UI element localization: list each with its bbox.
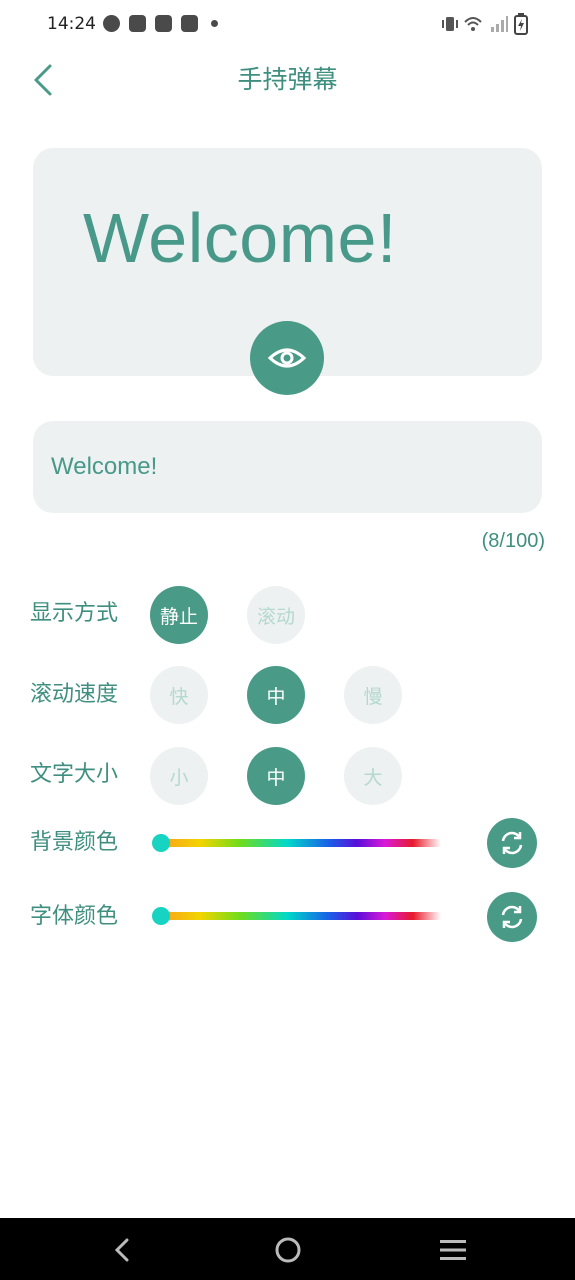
nav-home-button[interactable]	[268, 1230, 308, 1270]
nav-menu-icon	[440, 1240, 466, 1260]
display-mode-label: 显示方式	[30, 601, 119, 626]
font-color-reset-button[interactable]	[487, 892, 537, 942]
wifi-icon	[464, 17, 482, 31]
nav-back-button[interactable]	[102, 1230, 142, 1270]
danmaku-text-input[interactable]	[51, 447, 521, 487]
bag-icon	[155, 15, 172, 32]
fullscreen-preview-button[interactable]	[250, 321, 324, 395]
font-color-label: 字体颜色	[30, 904, 119, 929]
refresh-icon	[501, 831, 523, 855]
scroll-speed-medium-option[interactable]: 中	[247, 666, 305, 724]
scroll-speed-fast-option[interactable]: 快	[150, 666, 208, 724]
scroll-speed-slow-option[interactable]: 慢	[344, 666, 402, 724]
text-size-small-option[interactable]: 小	[150, 747, 208, 805]
dot-icon	[211, 20, 218, 27]
signal-icon	[491, 16, 508, 32]
nav-menu-button[interactable]	[433, 1230, 473, 1270]
page-title: 手持弹幕	[237, 65, 338, 94]
font-color-slider-thumb[interactable]	[152, 907, 170, 925]
display-mode-static-option[interactable]: 静止	[150, 586, 208, 644]
nav-home-icon	[275, 1237, 301, 1263]
status-time: 14:24	[47, 14, 96, 34]
text-input-box	[33, 421, 542, 513]
scroll-speed-label: 滚动速度	[30, 682, 119, 707]
font-color-slider[interactable]	[161, 912, 441, 920]
text-size-medium-option[interactable]: 中	[247, 747, 305, 805]
background-color-label: 背景颜色	[30, 830, 119, 855]
background-color-slider[interactable]	[161, 839, 441, 847]
refresh-icon	[501, 905, 523, 929]
background-color-reset-button[interactable]	[487, 818, 537, 868]
eye-icon	[267, 348, 307, 368]
preview-text: Welcome!	[83, 199, 397, 277]
bag-icon	[181, 15, 198, 32]
nav-back-icon	[114, 1238, 129, 1262]
text-size-label: 文字大小	[30, 762, 119, 787]
battery-charging-icon	[514, 13, 528, 35]
gauge-icon	[103, 15, 120, 32]
text-size-large-option[interactable]: 大	[344, 747, 402, 805]
character-counter: (8/100)	[481, 530, 545, 552]
vibrate-icon	[442, 17, 458, 31]
display-mode-scroll-option[interactable]: 滚动	[247, 586, 305, 644]
background-color-slider-thumb[interactable]	[152, 834, 170, 852]
bag-icon	[129, 15, 146, 32]
